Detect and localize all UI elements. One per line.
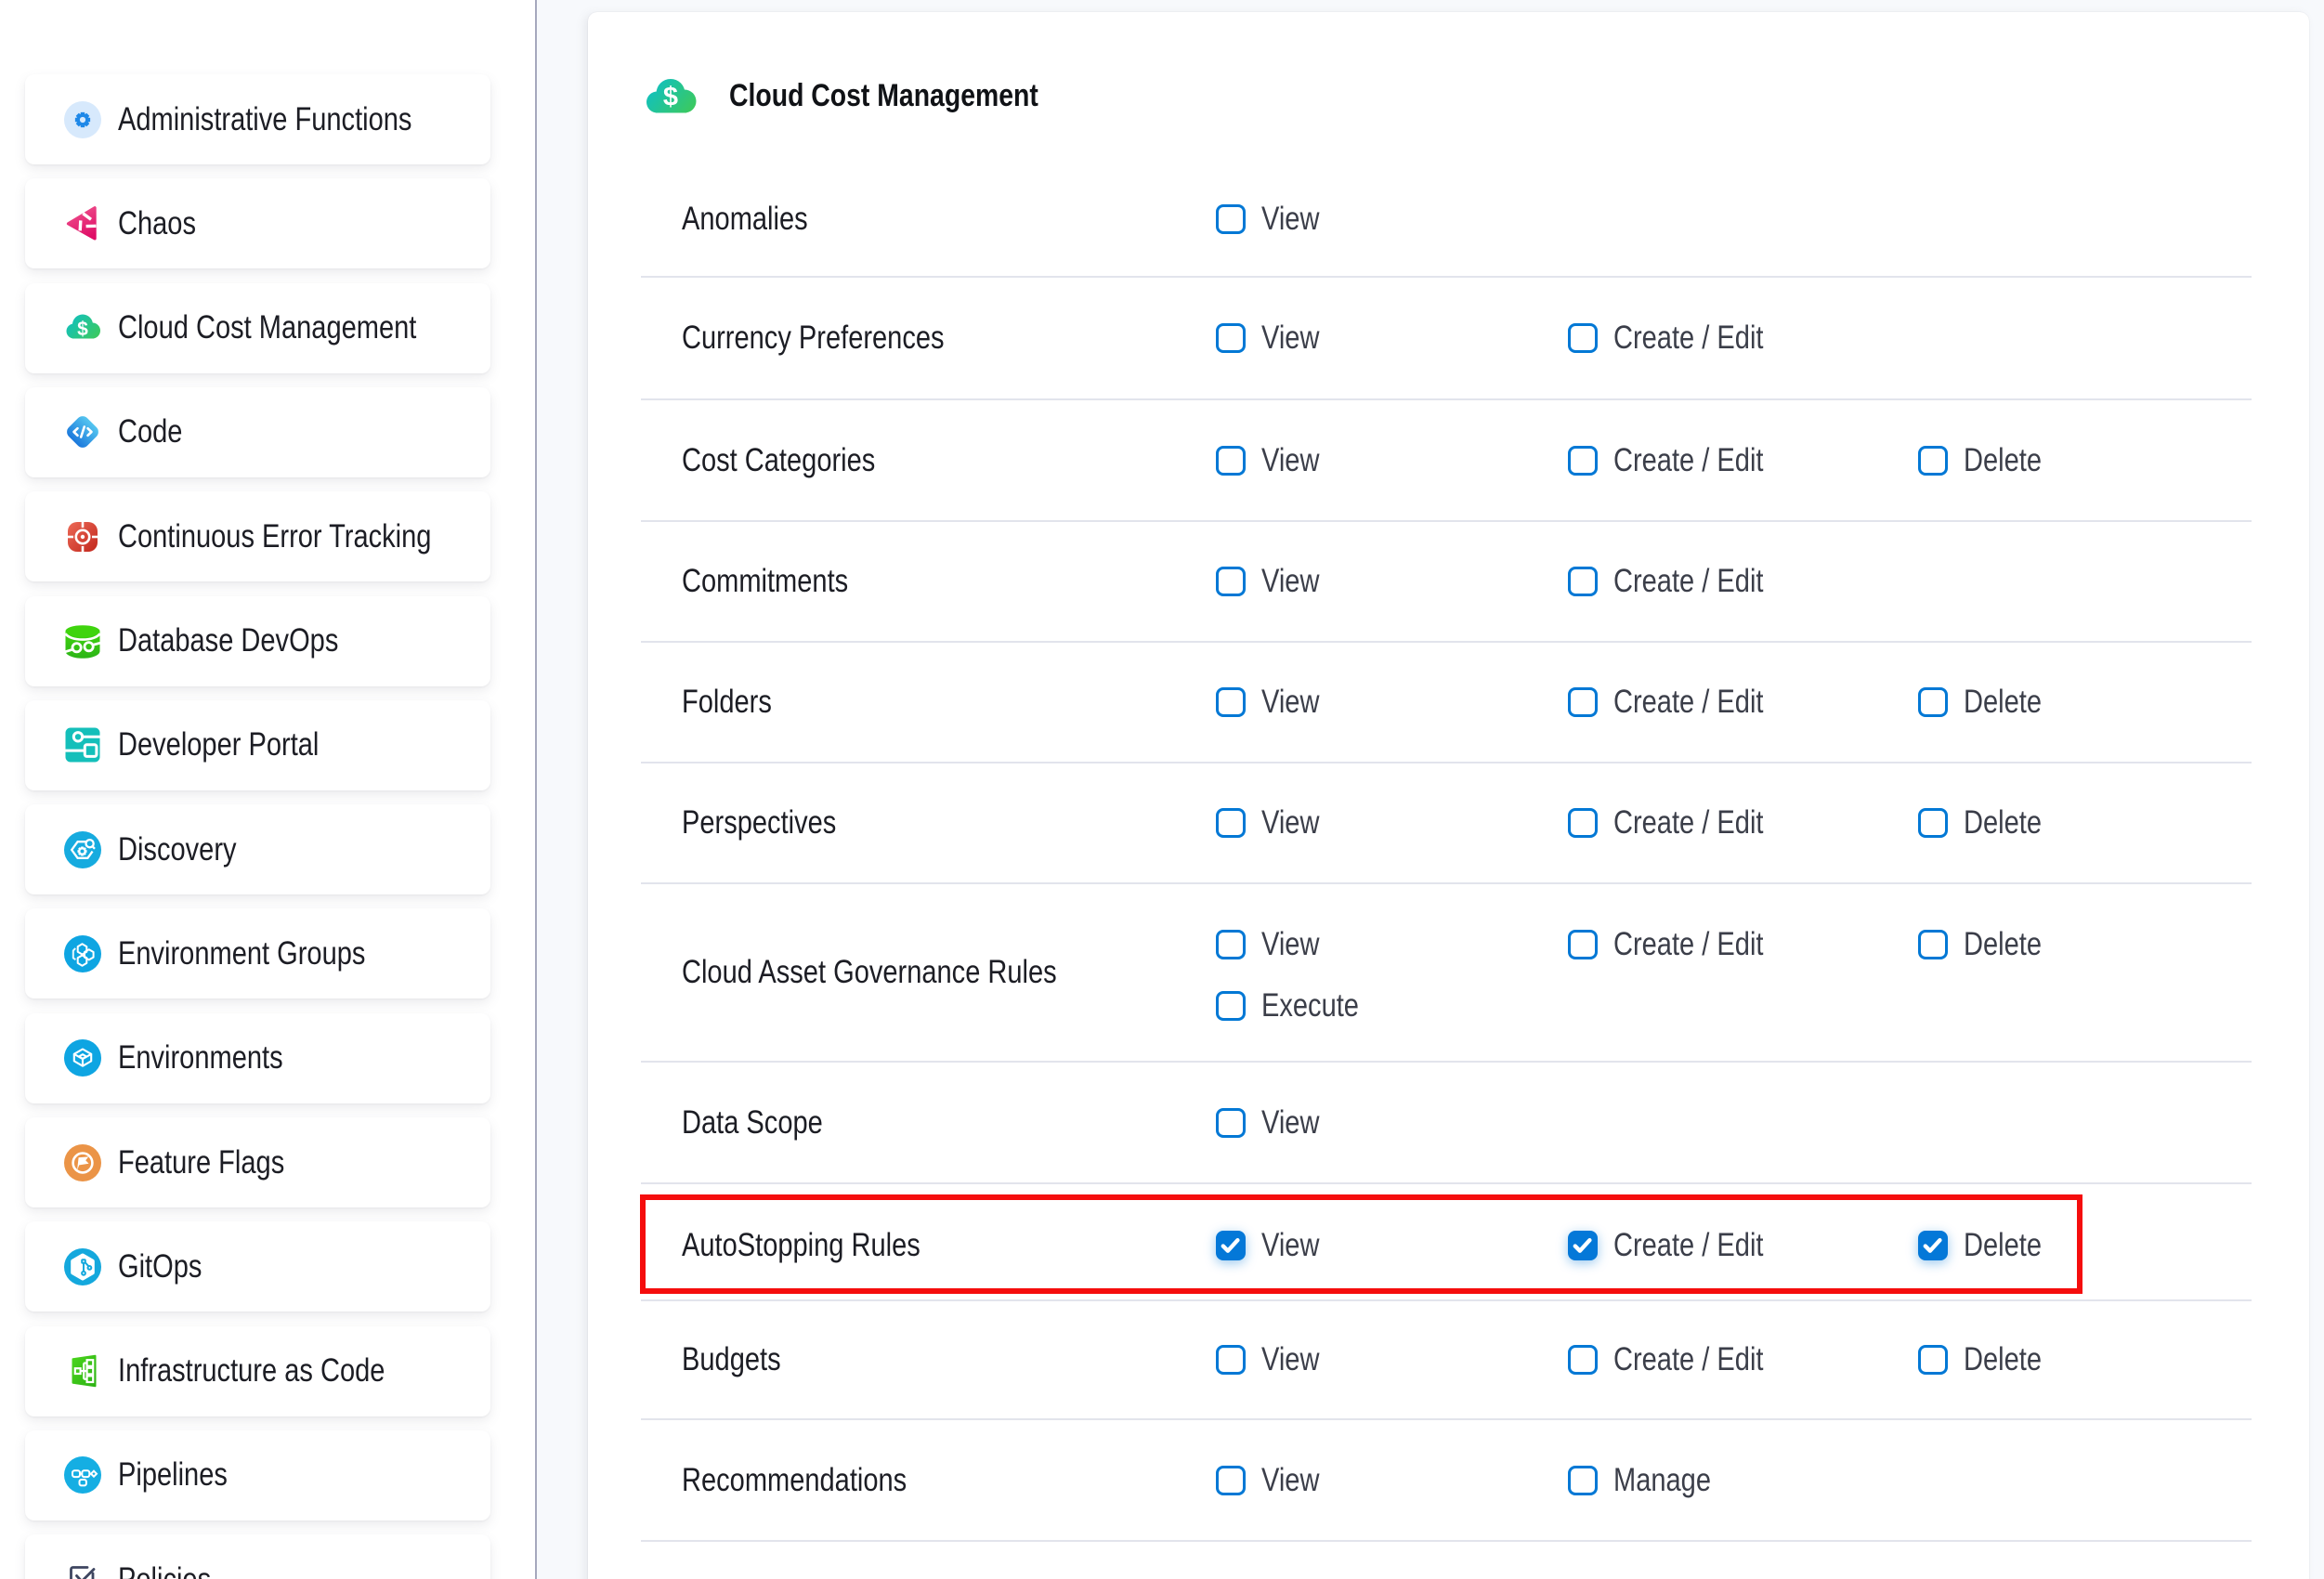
- svg-text:$: $: [77, 319, 88, 340]
- svg-text:$: $: [663, 83, 678, 112]
